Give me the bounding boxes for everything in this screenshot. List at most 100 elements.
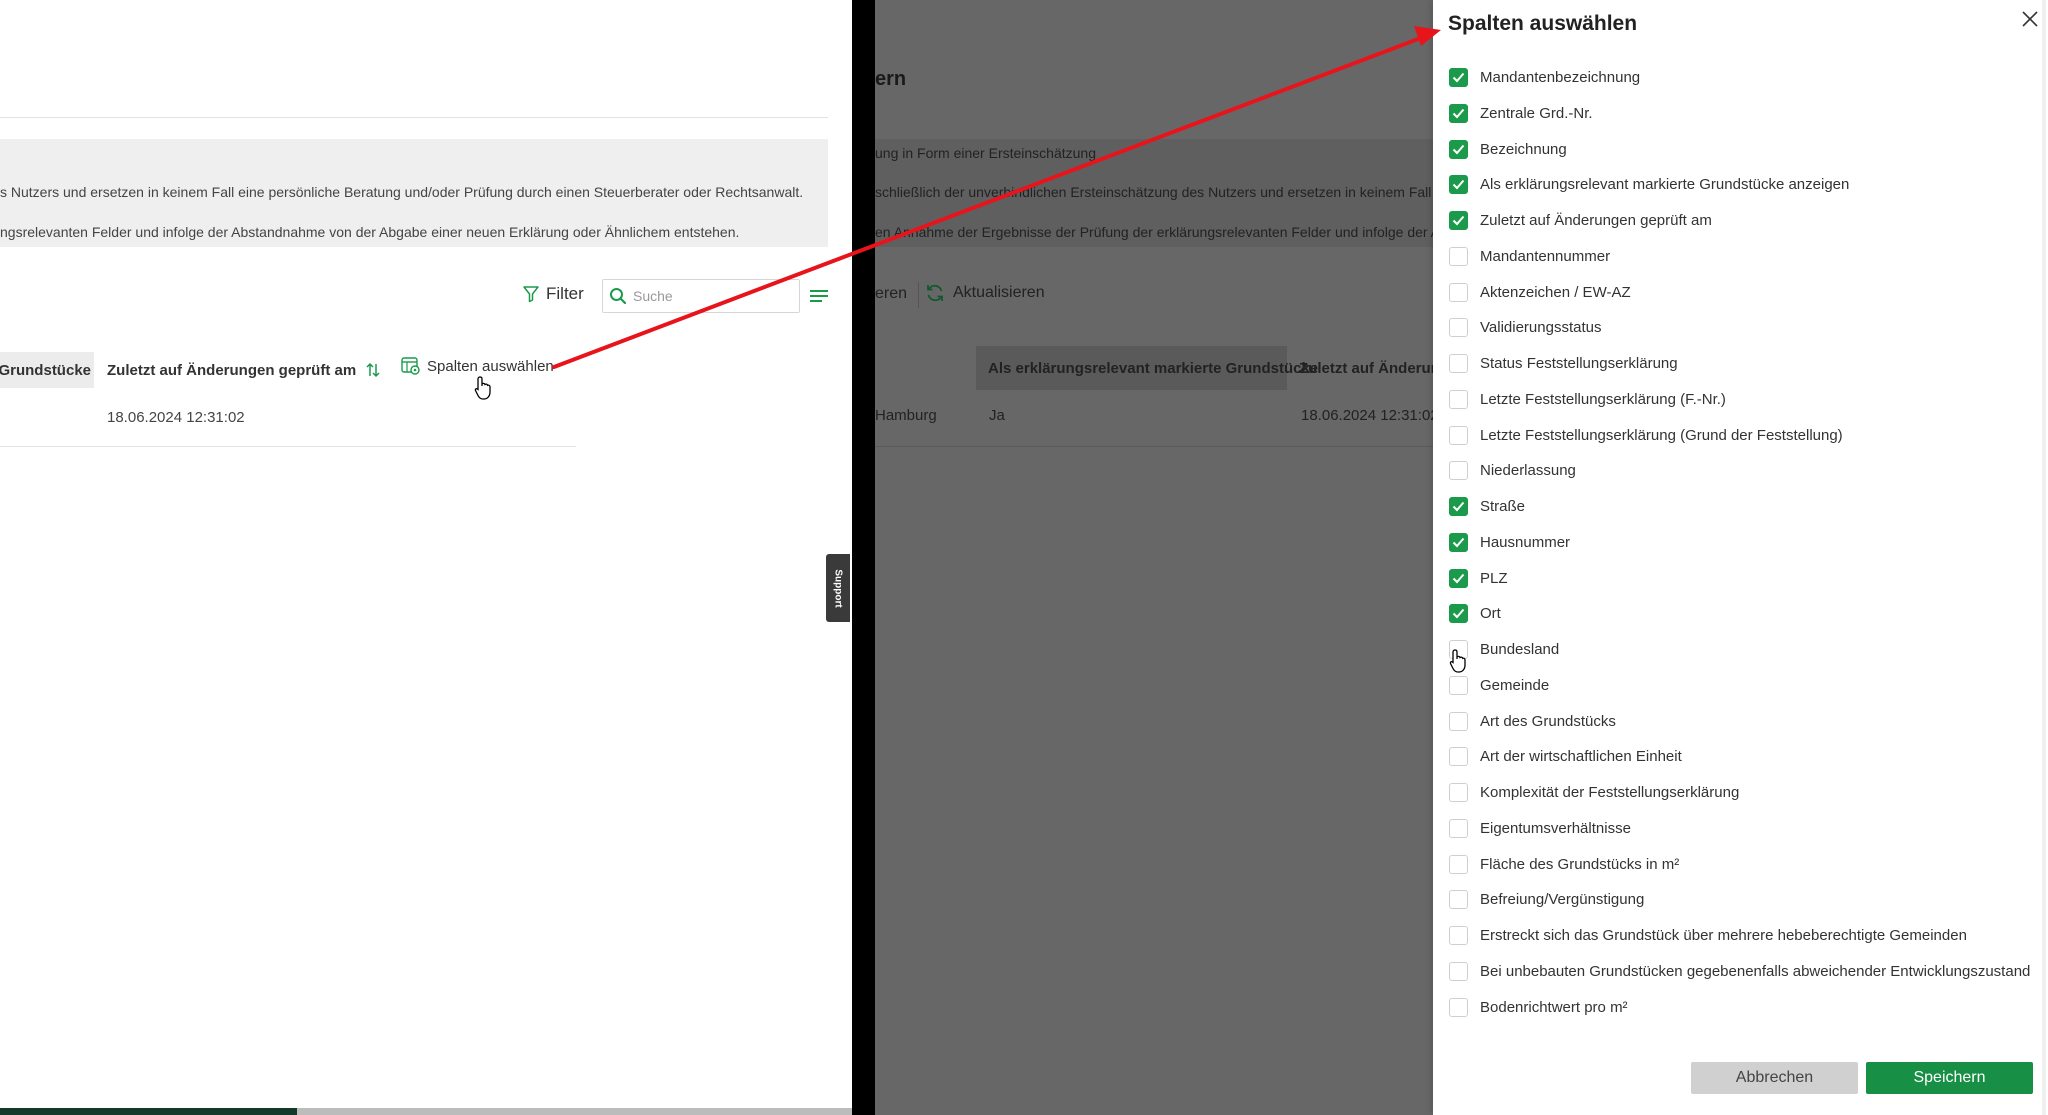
option-label: Fläche des Grundstücks in m² [1480, 855, 1680, 873]
checkmark-icon [1452, 72, 1465, 82]
column-option[interactable]: Bezeichnung [1449, 138, 1567, 160]
checkbox[interactable] [1449, 496, 1468, 516]
column-option[interactable]: Zuletzt auf Änderungen geprüft am [1449, 209, 1712, 231]
search-input[interactable]: Suche [602, 279, 800, 313]
checkbox[interactable] [1449, 317, 1468, 337]
sort-icon[interactable] [366, 362, 380, 378]
checkbox[interactable] [1449, 925, 1468, 945]
column-option[interactable]: Mandantenbezeichnung [1449, 66, 1640, 88]
option-label: Letzte Feststellungserklärung (Grund der… [1480, 426, 1843, 444]
column-option[interactable]: Ort [1449, 602, 1501, 624]
option-label: Validierungsstatus [1480, 318, 1602, 336]
column-option[interactable]: Straße [1449, 495, 1525, 517]
checkbox[interactable] [1449, 425, 1468, 445]
close-button[interactable] [2018, 7, 2042, 31]
checkbox[interactable] [1449, 603, 1468, 623]
checkmark-icon [1452, 537, 1465, 547]
divider-line [0, 117, 828, 118]
refresh-button[interactable]: Aktualisieren [925, 283, 1045, 303]
column-option[interactable]: Niederlassung [1449, 459, 1576, 481]
notice-line-2: schließlich der unverbindlichen Ersteins… [875, 184, 1433, 200]
cancel-button[interactable]: Abbrechen [1691, 1062, 1858, 1094]
refresh-icon [927, 284, 943, 302]
filter-button[interactable]: Filter [522, 284, 584, 304]
search-placeholder: Suche [633, 288, 673, 304]
checkbox[interactable] [1449, 103, 1468, 123]
checkbox[interactable] [1449, 174, 1468, 194]
mouse-pointer-icon [474, 376, 492, 405]
option-label: Mandantennummer [1480, 247, 1611, 265]
column-option[interactable]: Bodenrichtwert pro m² [1449, 996, 1628, 1018]
spalten-auswaehlen-button[interactable]: Spalten auswählen [401, 356, 554, 376]
checkbox[interactable] [1449, 532, 1468, 552]
column-menu-icon[interactable] [810, 289, 828, 308]
column-option[interactable]: Aktenzeichen / EW-AZ [1449, 281, 1631, 303]
checkbox[interactable] [1449, 246, 1468, 266]
column-header-label: Zuletzt auf Änderungen geprüft am [107, 361, 357, 379]
option-label: Ort [1480, 604, 1501, 622]
column-option[interactable]: Art der wirtschaftlichen Einheit [1449, 745, 1682, 767]
left-panel: s Nutzers und ersetzen in keinem Fall ei… [0, 0, 852, 1115]
checkbox[interactable] [1449, 854, 1468, 874]
column-header-zuletzt[interactable]: Zuletzt auf Änderung [1287, 346, 1433, 390]
option-label: Zuletzt auf Änderungen geprüft am [1480, 211, 1712, 229]
column-selection-dialog: Spalten auswählen Mandantenbezeichnung Ze… [1433, 0, 2048, 1115]
column-header-erklaerungsrelevant[interactable]: Als erklärungsrelevant markierte Grundst… [976, 346, 1318, 390]
column-option[interactable]: Befreiung/Vergünstigung [1449, 888, 1644, 910]
checkbox[interactable] [1449, 282, 1468, 302]
checkbox[interactable] [1449, 353, 1468, 373]
column-header-zuletzt-geprueft[interactable]: Zuletzt auf Änderungen geprüft am [107, 352, 380, 388]
checkbox[interactable] [1449, 568, 1468, 588]
column-option[interactable]: Fläche des Grundstücks in m² [1449, 853, 1679, 875]
checkbox[interactable] [1449, 460, 1468, 480]
checkbox[interactable] [1449, 782, 1468, 802]
column-option[interactable]: Validierungsstatus [1449, 316, 1601, 338]
column-option[interactable]: Erstreckt sich das Grundstück über mehre… [1449, 924, 1967, 946]
column-option[interactable]: Eigentumsverhältnisse [1449, 817, 1631, 839]
table-cell-flag: Ja [989, 407, 1005, 424]
column-option[interactable]: Zentrale Grd.-Nr. [1449, 102, 1593, 124]
scrollbar-thumb[interactable] [0, 1108, 297, 1115]
mouse-pointer-icon [1449, 649, 1467, 678]
checkbox[interactable] [1449, 818, 1468, 838]
checkbox[interactable] [1449, 210, 1468, 230]
checkbox[interactable] [1449, 746, 1468, 766]
option-label: Befreiung/Vergünstigung [1480, 890, 1645, 908]
option-label: Mandantenbezeichnung [1480, 68, 1641, 86]
option-label: Letzte Feststellungserklärung (F.-Nr.) [1480, 390, 1726, 408]
checkbox[interactable] [1449, 139, 1468, 159]
column-option[interactable]: PLZ [1449, 567, 1508, 589]
column-option[interactable]: Letzte Feststellungserklärung (F.-Nr.) [1449, 388, 1726, 410]
support-tab[interactable]: Support [826, 554, 850, 622]
column-option[interactable]: Status Feststellungserklärung [1449, 352, 1678, 374]
checkbox[interactable] [1449, 389, 1468, 409]
checkbox[interactable] [1449, 997, 1468, 1017]
option-label: Bodenrichtwert pro m² [1480, 998, 1628, 1016]
table-cell-date: 18.06.2024 12:31:02 [1301, 407, 1433, 424]
column-option[interactable]: Als erklärungsrelevant markierte Grundst… [1449, 173, 1849, 195]
scrollbar-track[interactable] [297, 1108, 852, 1115]
column-option[interactable]: Bei unbebauten Grundstücken gegebenenfal… [1449, 960, 2030, 982]
option-label: Bei unbebauten Grundstücken gegebenenfal… [1480, 962, 2031, 980]
column-header-grundstuecke[interactable]: e Grundstücke [0, 352, 94, 388]
option-label: Art der wirtschaftlichen Einheit [1480, 747, 1682, 765]
checkbox[interactable] [1449, 675, 1468, 695]
option-label: Komplexität der Feststellungserklärung [1480, 783, 1740, 801]
column-option[interactable]: Komplexität der Feststellungserklärung [1449, 781, 1739, 803]
save-button[interactable]: Speichern [1866, 1062, 2033, 1094]
column-option[interactable]: Letzte Feststellungserklärung (Grund der… [1449, 424, 1843, 446]
checkbox[interactable] [1449, 889, 1468, 909]
checkbox[interactable] [1449, 711, 1468, 731]
checkbox[interactable] [1449, 961, 1468, 981]
column-option[interactable]: Hausnummer [1449, 531, 1570, 553]
column-option[interactable]: Art des Grundstücks [1449, 710, 1616, 732]
option-label: Status Feststellungserklärung [1480, 354, 1678, 372]
filter-icon [523, 286, 539, 303]
table-cell-city: Hamburg [875, 407, 937, 424]
notice-line-2: ngsrelevanten Felder und infolge der Abs… [0, 224, 740, 240]
option-label: Bundesland [1480, 640, 1560, 658]
dialog-scrollbar[interactable] [2042, 0, 2046, 1115]
checkbox[interactable] [1449, 67, 1468, 87]
dimmed-background: ern ung in Form einer Ersteinschätzung s… [875, 0, 1433, 1115]
column-option[interactable]: Mandantennummer [1449, 245, 1610, 267]
